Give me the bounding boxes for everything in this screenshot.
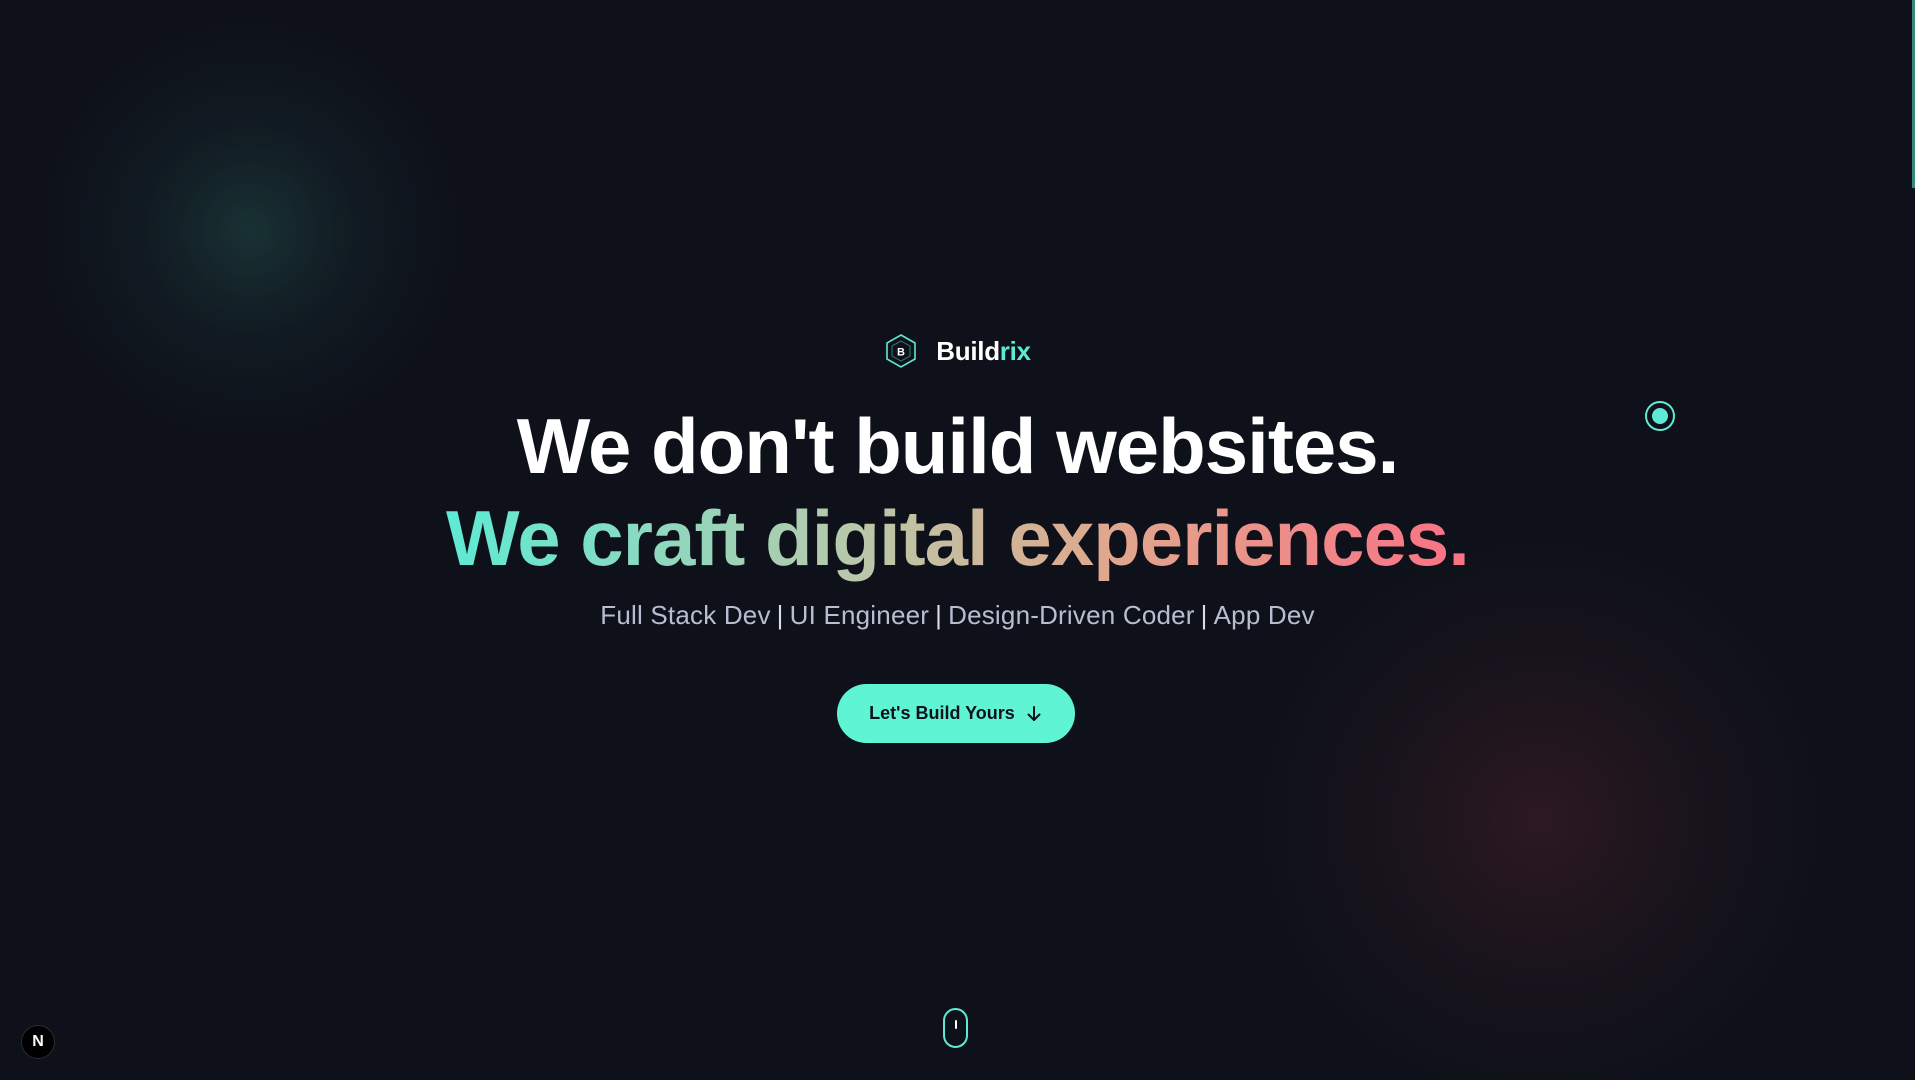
lets-build-button[interactable]: Let's Build Yours: [837, 684, 1075, 743]
arrow-down-icon: [1027, 705, 1041, 721]
role-separator: |: [935, 600, 943, 630]
brand[interactable]: B Buildrix: [0, 333, 1915, 369]
mouse-wheel: [955, 1020, 957, 1029]
nextjs-badge-icon[interactable]: N: [21, 1025, 55, 1059]
brand-name: Buildrix: [936, 335, 1031, 367]
role-item: Design-Driven Coder: [948, 600, 1195, 630]
role-item: App Dev: [1213, 600, 1315, 630]
cta-label: Let's Build Yours: [869, 703, 1015, 723]
roles-line: Full Stack Dev | UI Engineer | Design-Driven…: [0, 600, 1915, 631]
headline-primary: We don't build websites.: [516, 402, 1400, 490]
brand-name-main: Build: [936, 335, 1000, 366]
scroll-mouse-icon[interactable]: [943, 1008, 968, 1048]
radio-dot-icon[interactable]: [1645, 401, 1675, 431]
teal-glow-decoration: [40, 20, 460, 440]
radio-dot-inner: [1652, 408, 1668, 424]
badge-letter: N: [32, 1033, 44, 1050]
hero-page: B Buildrix We don't build websites. We c…: [0, 0, 1915, 1080]
role-item: UI Engineer: [789, 600, 930, 630]
logo-letter: B: [897, 347, 905, 359]
role-separator: |: [1200, 600, 1208, 630]
role-separator: |: [776, 600, 784, 630]
hexagon-logo-icon: B: [886, 334, 917, 368]
brand-name-accent: rix: [999, 335, 1031, 366]
headline-secondary: We craft digital experiences.: [0, 490, 1915, 586]
role-item: Full Stack Dev: [600, 600, 771, 630]
headline-gradient-text: We craft digital experiences.: [446, 494, 1470, 582]
